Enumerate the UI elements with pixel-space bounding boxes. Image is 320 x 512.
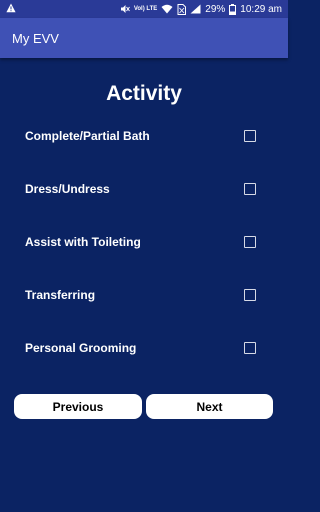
activity-item-bath[interactable]: Complete/Partial Bath [0, 124, 288, 148]
wifi-icon [161, 4, 173, 14]
battery-level: 29% [205, 3, 226, 15]
activity-label: Personal Grooming [25, 341, 137, 355]
battery-icon [229, 3, 237, 15]
page-title: Activity [106, 82, 182, 105]
status-bar: Vol) LTE 29% 10:29 am [0, 0, 288, 18]
activity-checkbox-grooming[interactable] [244, 342, 256, 354]
next-button[interactable]: Next [146, 394, 273, 419]
activity-label: Transferring [25, 288, 96, 302]
activity-checkbox-dress[interactable] [244, 183, 256, 195]
clock: 10:29 am [240, 3, 282, 15]
no-sim-icon [177, 3, 187, 15]
activity-label: Complete/Partial Bath [25, 129, 150, 143]
activity-checkbox-toileting[interactable] [244, 236, 256, 248]
app-title: My EVV [12, 30, 59, 46]
activity-item-transferring[interactable]: Transferring [0, 283, 288, 307]
activity-label: Dress/Undress [25, 182, 110, 196]
activity-label: Assist with Toileting [25, 235, 141, 249]
warning-icon [6, 3, 16, 16]
activity-item-grooming[interactable]: Personal Grooming [0, 336, 288, 360]
vol-lte-indicator: Vol) LTE [133, 6, 158, 12]
activity-item-dress[interactable]: Dress/Undress [0, 177, 288, 201]
signal-icon [190, 4, 201, 14]
mute-icon [120, 4, 130, 14]
activity-checkbox-bath[interactable] [244, 130, 256, 142]
previous-button[interactable]: Previous [14, 394, 142, 419]
activity-checkbox-transferring[interactable] [244, 289, 256, 301]
activity-item-toileting[interactable]: Assist with Toileting [0, 230, 288, 254]
app-bar: My EVV [0, 18, 288, 58]
